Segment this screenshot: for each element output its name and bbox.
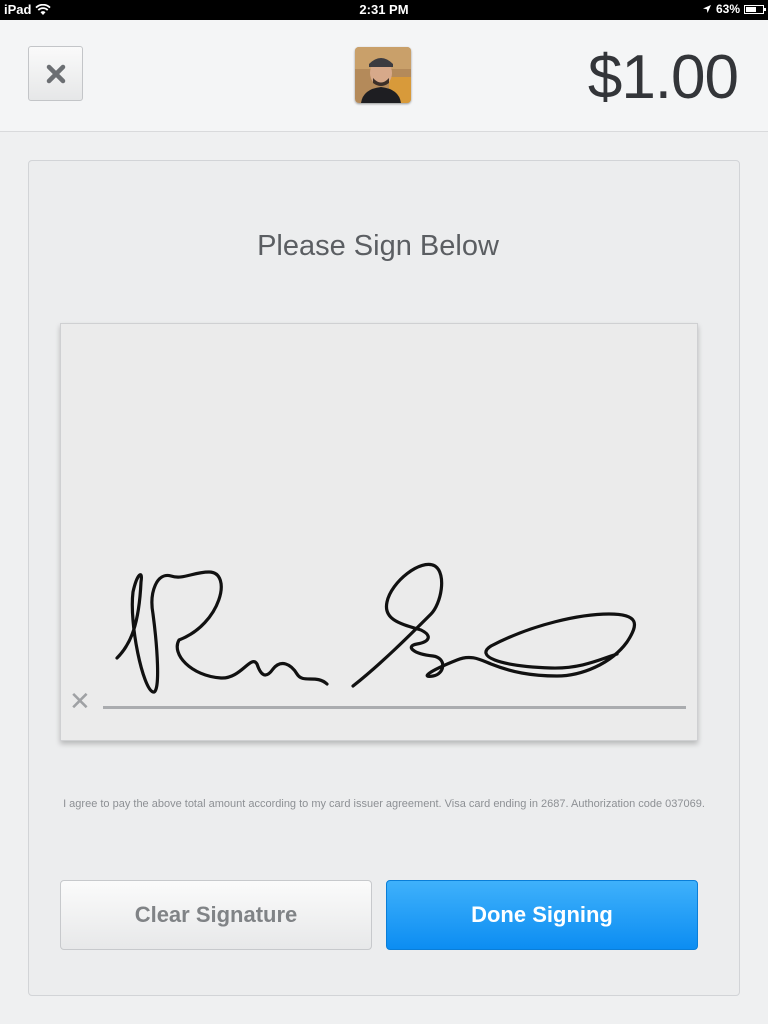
signature-pad[interactable]: ✕ [60, 323, 698, 741]
signature-drawing [115, 562, 637, 694]
clear-signature-button[interactable]: Clear Signature [60, 880, 372, 950]
sign-prompt-title: Please Sign Below [257, 230, 499, 262]
customer-avatar [355, 47, 411, 103]
done-signing-button[interactable]: Done Signing [386, 880, 698, 950]
status-time: 2:31 PM [359, 2, 409, 17]
signature-line [103, 706, 686, 709]
total-amount: $1.00 [587, 43, 739, 112]
battery-fill [746, 6, 756, 12]
close-button[interactable] [28, 46, 83, 101]
header-bar: $1.00 [0, 20, 768, 132]
signature-x-icon: ✕ [69, 686, 91, 716]
battery-icon [744, 4, 766, 14]
location-arrow-icon [702, 5, 711, 13]
status-right: 63% [702, 2, 766, 16]
battery-percent: 63% [715, 2, 740, 16]
close-x-icon [46, 64, 65, 83]
status-bar: iPad 2:31 PM 63% [0, 0, 768, 20]
agreement-text: I agree to pay the above total amount ac… [63, 798, 705, 810]
avatar-photo [355, 47, 411, 103]
